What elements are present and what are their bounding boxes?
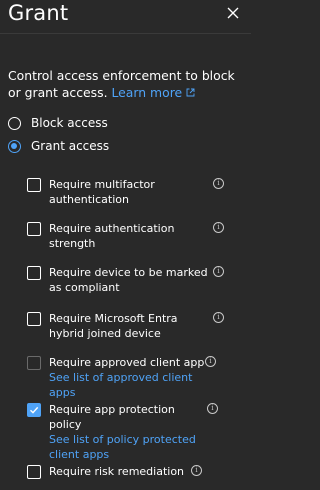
radio-grant-access[interactable]: Grant access bbox=[8, 137, 109, 155]
approved-apps-link[interactable]: See list of approved client apps bbox=[49, 371, 192, 399]
learn-more-link[interactable]: Learn more bbox=[111, 85, 195, 100]
info-icon[interactable]: i bbox=[213, 222, 224, 233]
panel-description: Control access enforcement to block or g… bbox=[8, 67, 244, 101]
info-icon[interactable]: i bbox=[207, 403, 218, 414]
checkbox-auth-strength[interactable] bbox=[27, 222, 41, 236]
info-icon[interactable]: i bbox=[213, 266, 224, 277]
radio-button[interactable] bbox=[8, 116, 21, 130]
checkbox-app-protection[interactable] bbox=[27, 403, 41, 417]
control-label: Require Microsoft Entra hybrid joined de… bbox=[49, 312, 178, 340]
checkmark-icon bbox=[30, 406, 39, 414]
panel-header: Grant bbox=[0, 0, 251, 34]
header-divider bbox=[0, 33, 251, 34]
info-icon[interactable]: i bbox=[205, 356, 216, 367]
control-label-block: Require approved client app See list of … bbox=[49, 355, 209, 400]
checkbox-approved-client-app[interactable] bbox=[27, 356, 41, 370]
checkbox-mfa[interactable] bbox=[27, 178, 41, 192]
external-link-icon bbox=[186, 88, 195, 97]
control-label: Require authentication strength bbox=[49, 222, 175, 250]
control-label: Require approved client app bbox=[49, 356, 205, 369]
radio-label-block: Block access bbox=[31, 116, 108, 130]
radio-block-access[interactable]: Block access bbox=[8, 114, 108, 132]
control-label: Require app protection policy bbox=[49, 403, 175, 431]
checkbox-hybrid-joined[interactable] bbox=[27, 312, 41, 326]
checkbox-risk-remediation[interactable] bbox=[27, 465, 41, 479]
info-icon[interactable]: i bbox=[213, 178, 224, 189]
radio-label-grant: Grant access bbox=[31, 139, 110, 153]
control-label: Require risk remediation bbox=[49, 465, 185, 478]
control-label-block: Require app protection policy See list o… bbox=[49, 402, 209, 462]
info-icon[interactable]: i bbox=[191, 465, 202, 476]
learn-more-label: Learn more bbox=[111, 85, 183, 100]
control-label: Require device to be marked as compliant bbox=[49, 266, 208, 294]
info-icon[interactable]: i bbox=[213, 312, 224, 323]
checkbox-device-compliant[interactable] bbox=[27, 266, 41, 280]
policy-protected-apps-link[interactable]: See list of policy protected client apps bbox=[49, 433, 196, 461]
panel-title: Grant bbox=[8, 1, 69, 25]
control-label: Require multifactor authentication bbox=[49, 178, 155, 206]
close-icon[interactable] bbox=[225, 5, 241, 21]
radio-button[interactable] bbox=[8, 139, 21, 153]
